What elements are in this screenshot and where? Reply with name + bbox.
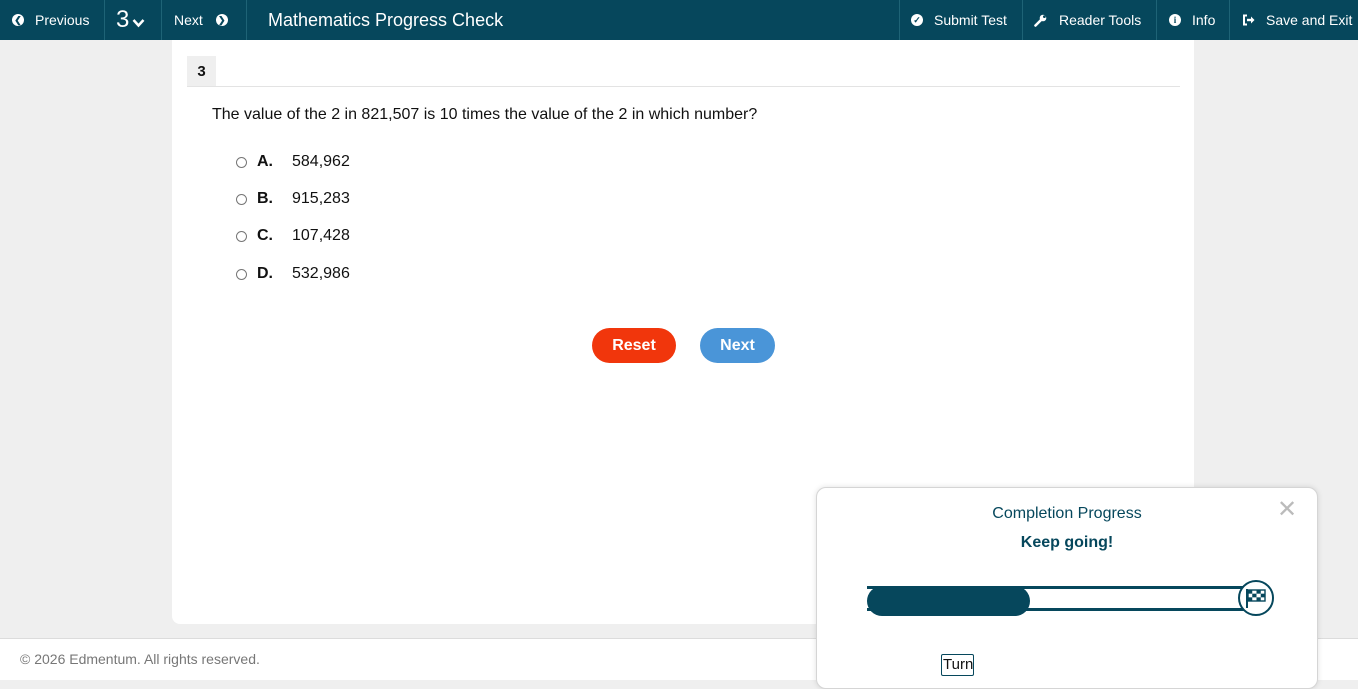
choice-letter: C.: [257, 227, 273, 244]
choice-value: 584,962: [292, 153, 350, 170]
completion-progress-popup: Completion Progress Keep going! ✕ Turn o…: [816, 487, 1318, 689]
next-button[interactable]: Next: [700, 328, 775, 363]
next-label: Next: [174, 12, 203, 28]
choice-value: 532,986: [292, 265, 350, 282]
reset-button[interactable]: Reset: [592, 328, 676, 363]
question-selector-value: 3: [116, 6, 130, 33]
radio-button[interactable]: [236, 268, 247, 280]
choice-value: 915,283: [292, 190, 350, 207]
choice-value: 107,428: [292, 227, 350, 244]
arrow-left-icon: ❮: [12, 14, 24, 26]
answer-choice-a[interactable]: A. 584,962: [236, 151, 350, 173]
question-text: The value of the 2 in 821,507 is 10 time…: [212, 106, 758, 123]
arrow-right-icon: ❯: [215, 14, 228, 26]
previous-button[interactable]: ❮ Previous: [12, 0, 89, 40]
choice-letter: D.: [257, 265, 273, 282]
save-and-exit-label: Save and Exit: [1266, 12, 1353, 28]
popup-title: Completion Progress: [992, 505, 1142, 522]
divider: [1229, 0, 1230, 40]
answer-choice-b[interactable]: B. 915,283: [236, 188, 350, 210]
finish-flag-icon: [1238, 580, 1274, 616]
info-label: Info: [1192, 12, 1216, 28]
choice-letter: B.: [257, 190, 273, 207]
divider: [1156, 0, 1157, 40]
turn-off-button[interactable]: Turn off: [941, 654, 974, 676]
close-icon[interactable]: ✕: [1277, 498, 1297, 522]
divider: [161, 0, 162, 40]
answer-choice-d[interactable]: D. 532,986: [236, 263, 350, 285]
question-number: 3: [187, 56, 216, 86]
wrench-icon: [1034, 14, 1047, 27]
page-title: Mathematics Progress Check: [268, 9, 504, 30]
reader-tools-label: Reader Tools: [1059, 12, 1142, 28]
progress-bar-fill: [867, 586, 1030, 616]
copyright-text: © 2026 Edmentum. All rights reserved.: [20, 651, 260, 667]
info-button[interactable]: i Info: [1169, 0, 1215, 40]
divider: [246, 0, 247, 40]
divider: [1022, 0, 1023, 40]
choice-letter: A.: [257, 153, 273, 170]
chevron-down-icon: [132, 19, 145, 28]
check-circle-icon: ✓: [911, 14, 923, 26]
submit-test-button[interactable]: ✓ Submit Test: [911, 0, 1007, 40]
sign-out-icon: [1243, 14, 1255, 26]
popup-subtitle: Keep going!: [1020, 534, 1114, 551]
reader-tools-button[interactable]: Reader Tools: [1034, 0, 1141, 40]
divider: [104, 0, 105, 40]
divider: [187, 86, 1180, 87]
submit-test-label: Submit Test: [934, 12, 1007, 28]
radio-button[interactable]: [236, 156, 247, 168]
save-and-exit-button[interactable]: Save and Exit: [1242, 0, 1352, 40]
radio-button[interactable]: [236, 193, 247, 205]
next-question-button[interactable]: Next ❯: [174, 0, 228, 40]
divider: [899, 0, 900, 40]
radio-button[interactable]: [236, 230, 247, 242]
info-icon: i: [1169, 14, 1181, 26]
checkered-flag-icon: [1246, 589, 1266, 608]
answer-choice-c[interactable]: C. 107,428: [236, 225, 350, 247]
previous-label: Previous: [35, 12, 90, 28]
question-selector[interactable]: 3: [116, 0, 145, 40]
top-toolbar: ❮ Previous 3 Next ❯ Mathematics Progress…: [0, 0, 1358, 40]
